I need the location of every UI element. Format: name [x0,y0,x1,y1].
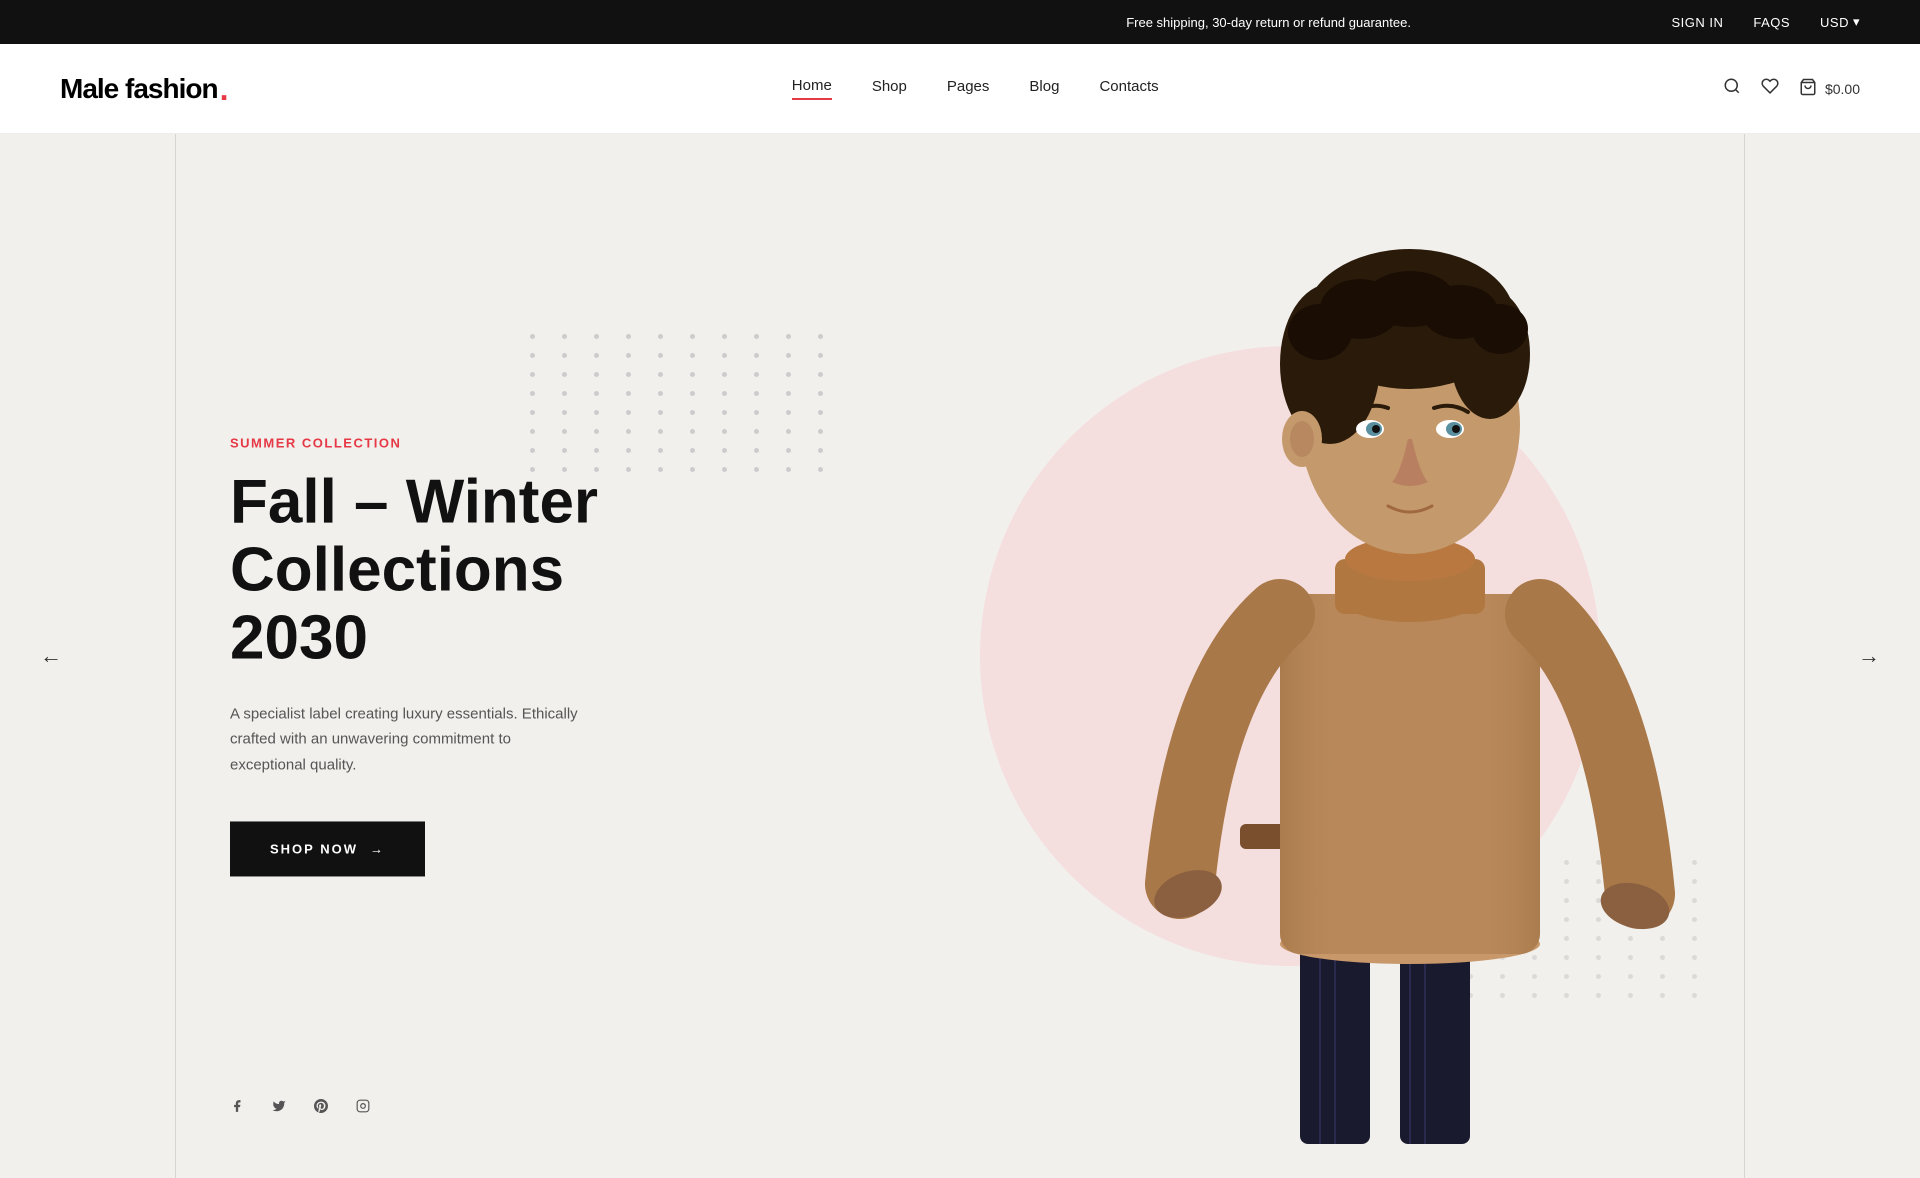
main-nav: Home Shop Pages Blog Contacts [792,77,1159,100]
wishlist-icon[interactable] [1761,77,1779,100]
prev-slide-button[interactable]: ← [30,633,72,679]
model-image [1040,164,1740,1144]
header-icons: $0.00 [1723,77,1860,100]
left-border-line [175,134,176,1178]
nav-shop[interactable]: Shop [872,78,907,99]
hero-content: SUMMER COLLECTION Fall – Winter Collecti… [230,435,650,876]
social-icons [230,1099,370,1118]
nav-blog[interactable]: Blog [1029,78,1059,99]
logo-text: Male fashion [60,73,218,105]
currency-selector[interactable]: USD ▾ [1820,14,1860,30]
cart-area[interactable]: $0.00 [1799,78,1860,99]
right-border-line [1744,134,1745,1178]
faqs-link[interactable]: FAQS [1753,15,1790,30]
cart-price: $0.00 [1825,81,1860,97]
shipping-message: Free shipping, 30-day return or refund g… [1126,15,1411,30]
facebook-icon[interactable] [230,1099,244,1118]
header: Male fashion. Home Shop Pages Blog Conta… [0,44,1920,134]
next-slide-button[interactable]: → [1848,633,1890,679]
hero-title: Fall – Winter Collections 2030 [230,468,650,673]
top-bar: Free shipping, 30-day return or refund g… [0,0,1920,44]
search-icon[interactable] [1723,77,1741,100]
logo[interactable]: Male fashion. [60,73,227,105]
collection-label: SUMMER COLLECTION [230,435,650,450]
hero-section: ← → // Will be generated below SUMMER CO… [0,134,1920,1178]
shop-now-button[interactable]: SHOP NOW → [230,822,425,877]
cart-icon [1799,78,1817,99]
nav-home[interactable]: Home [792,77,832,100]
nav-contacts[interactable]: Contacts [1099,78,1158,99]
signin-link[interactable]: SIGN IN [1671,15,1723,30]
logo-dot: . [220,73,228,105]
pinterest-icon[interactable] [314,1099,328,1118]
nav-pages[interactable]: Pages [947,78,990,99]
twitter-icon[interactable] [272,1099,286,1118]
top-bar-message: Free shipping, 30-day return or refund g… [866,15,1672,30]
hero-description: A specialist label creating luxury essen… [230,701,590,778]
instagram-icon[interactable] [356,1099,370,1118]
top-bar-actions: SIGN IN FAQS USD ▾ [1671,14,1860,30]
